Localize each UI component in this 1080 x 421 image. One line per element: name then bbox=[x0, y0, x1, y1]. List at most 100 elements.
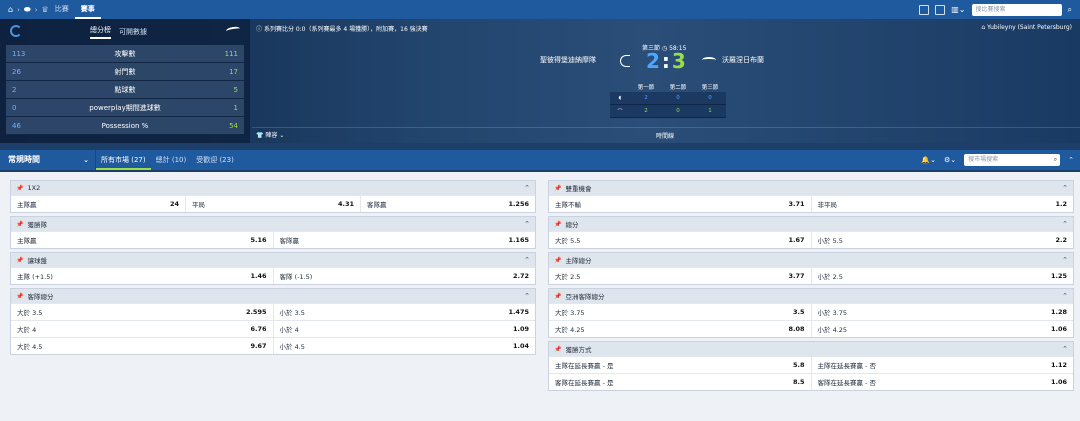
tab-popular[interactable]: 受歡迎 (23) bbox=[191, 150, 239, 170]
video-icon[interactable] bbox=[935, 4, 946, 15]
top-nav-bar: ⌂ › ⬬ › ♕ 比賽 賽事 ▥⌄ 搜比賽搜索 ⌕ bbox=[0, 0, 1080, 19]
pin-icon[interactable]: 📌 bbox=[554, 221, 561, 228]
scoreboard-icon[interactable] bbox=[919, 4, 930, 15]
odds-button[interactable]: 小於 4.25 1.06 bbox=[810, 321, 1074, 337]
market-header[interactable]: 📌 總分 ⌃ bbox=[549, 217, 1073, 231]
away-team-logo-icon bbox=[702, 57, 716, 63]
odds-button[interactable]: 客隊在延長賽贏 - 是 8.5 bbox=[549, 374, 811, 390]
hockey-puck-icon[interactable]: ⬬ bbox=[24, 5, 31, 15]
pin-icon[interactable]: 📌 bbox=[16, 293, 23, 300]
tab-available-data[interactable]: 可開數據 bbox=[119, 27, 147, 37]
stats-panel: 總分榜 可開數據 113 攻擊數 111 26 射門數 17 2 點球數 5 0… bbox=[0, 19, 250, 143]
pin-icon[interactable]: 📌 bbox=[554, 257, 561, 264]
market-row: 主隊贏 5.16 客隊贏 1.165 bbox=[11, 231, 535, 248]
odds-label: 大於 4 bbox=[17, 326, 37, 334]
odds-price: 2.595 bbox=[245, 308, 267, 316]
market-header[interactable]: 📌 1X2 ⌃ bbox=[11, 181, 535, 195]
tab-matches[interactable]: 比賽 bbox=[49, 0, 75, 19]
home-icon[interactable]: ⌂ bbox=[8, 5, 13, 14]
chevron-up-icon[interactable]: ⌃ bbox=[1062, 292, 1068, 300]
pin-icon[interactable]: 📌 bbox=[554, 293, 561, 300]
loading-spinner-icon bbox=[10, 25, 22, 37]
market-row: 大於 4.25 8.08 小於 4.25 1.06 bbox=[549, 320, 1073, 337]
home-period-row: ◖ 2 0 0 bbox=[610, 92, 726, 105]
odds-button[interactable]: 非平局 1.2 bbox=[810, 196, 1074, 212]
period-select[interactable]: 常規時間 ⌄ bbox=[0, 150, 96, 170]
market-header[interactable]: 📌 雙重機會 ⌃ bbox=[549, 181, 1073, 195]
lineup-toggle[interactable]: 👕 陣容 ⌄ bbox=[256, 130, 284, 139]
odds-button[interactable]: 大於 4 6.76 bbox=[11, 321, 273, 337]
odds-button[interactable]: 主隊在延長賽贏 - 是 5.8 bbox=[549, 357, 811, 373]
market-card: 📌 獲勝隊 ⌃ 主隊贏 5.16 客隊贏 1.165 bbox=[10, 216, 536, 249]
odds-button[interactable]: 小於 2.5 1.25 bbox=[810, 268, 1074, 284]
tab-events[interactable]: 賽事 bbox=[74, 0, 101, 19]
odds-button[interactable]: 主隊在延長賽贏 - 否 1.12 bbox=[810, 357, 1074, 373]
odds-button[interactable]: 主隊 (+1.5) 1.46 bbox=[11, 268, 273, 284]
odds-button[interactable]: 客隊贏 1.165 bbox=[272, 232, 536, 248]
odds-button[interactable]: 大於 3.75 3.5 bbox=[549, 304, 811, 320]
market-header[interactable]: 📌 客隊總分 ⌃ bbox=[11, 289, 535, 303]
market-row: 主隊贏 24 平局 4.31 客隊贏 1.256 bbox=[11, 195, 535, 212]
market-row: 大於 4 6.76 小於 4 1.09 bbox=[11, 320, 535, 337]
market-header[interactable]: 📌 獲勝隊 ⌃ bbox=[11, 217, 535, 231]
chevron-up-icon[interactable]: ⌃ bbox=[524, 256, 530, 264]
chevron-up-icon[interactable]: ⌃ bbox=[524, 184, 530, 192]
odds-button[interactable]: 小於 4.5 1.04 bbox=[272, 338, 536, 354]
odds-price: 3.5 bbox=[792, 308, 805, 316]
odds-button[interactable]: 客隊贏 1.256 bbox=[360, 196, 535, 212]
market-header[interactable]: 📌 主隊總分 ⌃ bbox=[549, 253, 1073, 267]
odds-button[interactable]: 主隊贏 24 bbox=[11, 196, 185, 212]
odds-button[interactable]: 客隊 (-1.5) 2.72 bbox=[272, 268, 536, 284]
odds-button[interactable]: 小於 4 1.09 bbox=[272, 321, 536, 337]
shirt-icon: 👕 bbox=[256, 132, 264, 139]
stats-chart-icon[interactable]: ▥⌄ bbox=[951, 5, 965, 14]
odds-label: 小於 3.5 bbox=[279, 309, 305, 317]
tab-all-markets[interactable]: 所有市場 (27) bbox=[96, 150, 151, 170]
timeline-tab[interactable]: 時間線 bbox=[656, 131, 674, 140]
market-search-input[interactable]: 搜市場搜索 ⌕ bbox=[964, 154, 1061, 166]
odds-button[interactable]: 平局 4.31 bbox=[185, 196, 360, 212]
odds-button[interactable]: 客隊在延長賽贏 - 否 1.06 bbox=[810, 374, 1074, 390]
markets-area: 📌 1X2 ⌃ 主隊贏 24 平局 4.31 客隊贏 1.256 📌 獲勝隊 ⌃ 主隊贏 5.16 客隊贏 1… bbox=[0, 172, 1080, 421]
chevron-up-icon[interactable]: ⌃ bbox=[524, 220, 530, 228]
odds-price: 5.8 bbox=[792, 361, 805, 369]
bell-icon[interactable]: 🔔⌄ bbox=[921, 156, 936, 164]
odds-price: 1.46 bbox=[250, 272, 267, 280]
scorebox: 聖彼得堡迪納摩隊 第三節 ◷ 58:15 2:3 沃羅涅日布蘭 bbox=[540, 41, 790, 81]
odds-label: 大於 5.5 bbox=[555, 237, 581, 245]
odds-button[interactable]: 大於 2.5 3.77 bbox=[549, 268, 811, 284]
tab-totals[interactable]: 總計 (10) bbox=[151, 150, 192, 170]
tab-standings[interactable]: 總分榜 bbox=[90, 25, 111, 39]
pin-icon[interactable]: 📌 bbox=[554, 346, 561, 353]
odds-label: 小於 3.75 bbox=[817, 309, 848, 317]
odds-button[interactable]: 大於 4.5 9.67 bbox=[11, 338, 273, 354]
odds-label: 小於 4 bbox=[279, 326, 299, 334]
odds-button[interactable]: 小於 3.75 1.28 bbox=[810, 304, 1074, 320]
collapse-icon[interactable]: ⌃ bbox=[1068, 156, 1074, 164]
pin-icon[interactable]: 📌 bbox=[16, 257, 23, 264]
search-icon[interactable]: ⌕ bbox=[1068, 5, 1072, 15]
chevron-up-icon[interactable]: ⌃ bbox=[1062, 184, 1068, 192]
odds-button[interactable]: 大於 4.25 8.08 bbox=[549, 321, 811, 337]
odds-button[interactable]: 小於 3.5 1.475 bbox=[272, 304, 536, 320]
pin-icon[interactable]: 📌 bbox=[554, 185, 561, 192]
market-card: 📌 主隊總分 ⌃ 大於 2.5 3.77 小於 2.5 1.25 bbox=[548, 252, 1074, 285]
chevron-up-icon[interactable]: ⌃ bbox=[524, 292, 530, 300]
pin-icon[interactable]: 📌 bbox=[16, 221, 23, 228]
chevron-up-icon[interactable]: ⌃ bbox=[1062, 220, 1068, 228]
odds-button[interactable]: 小於 5.5 2.2 bbox=[810, 232, 1074, 248]
match-search-input[interactable]: 搜比賽搜索 bbox=[971, 3, 1062, 16]
odds-button[interactable]: 主隊贏 5.16 bbox=[11, 232, 273, 248]
odds-price: 1.06 bbox=[1050, 378, 1067, 386]
market-header[interactable]: 📌 讓球盤 ⌃ bbox=[11, 253, 535, 267]
pin-icon[interactable]: 📌 bbox=[16, 185, 23, 192]
gear-icon[interactable]: ⚙⌄ bbox=[944, 156, 956, 164]
chevron-up-icon[interactable]: ⌃ bbox=[1062, 345, 1068, 353]
trophy-icon[interactable]: ♕ bbox=[42, 5, 49, 14]
odds-button[interactable]: 主隊不輸 3.71 bbox=[549, 196, 811, 212]
market-header[interactable]: 📌 亞洲客隊總分 ⌃ bbox=[549, 289, 1073, 303]
market-header[interactable]: 📌 獲勝方式 ⌃ bbox=[549, 342, 1073, 356]
chevron-up-icon[interactable]: ⌃ bbox=[1062, 256, 1068, 264]
odds-button[interactable]: 大於 5.5 1.67 bbox=[549, 232, 811, 248]
odds-button[interactable]: 大於 3.5 2.595 bbox=[11, 304, 273, 320]
